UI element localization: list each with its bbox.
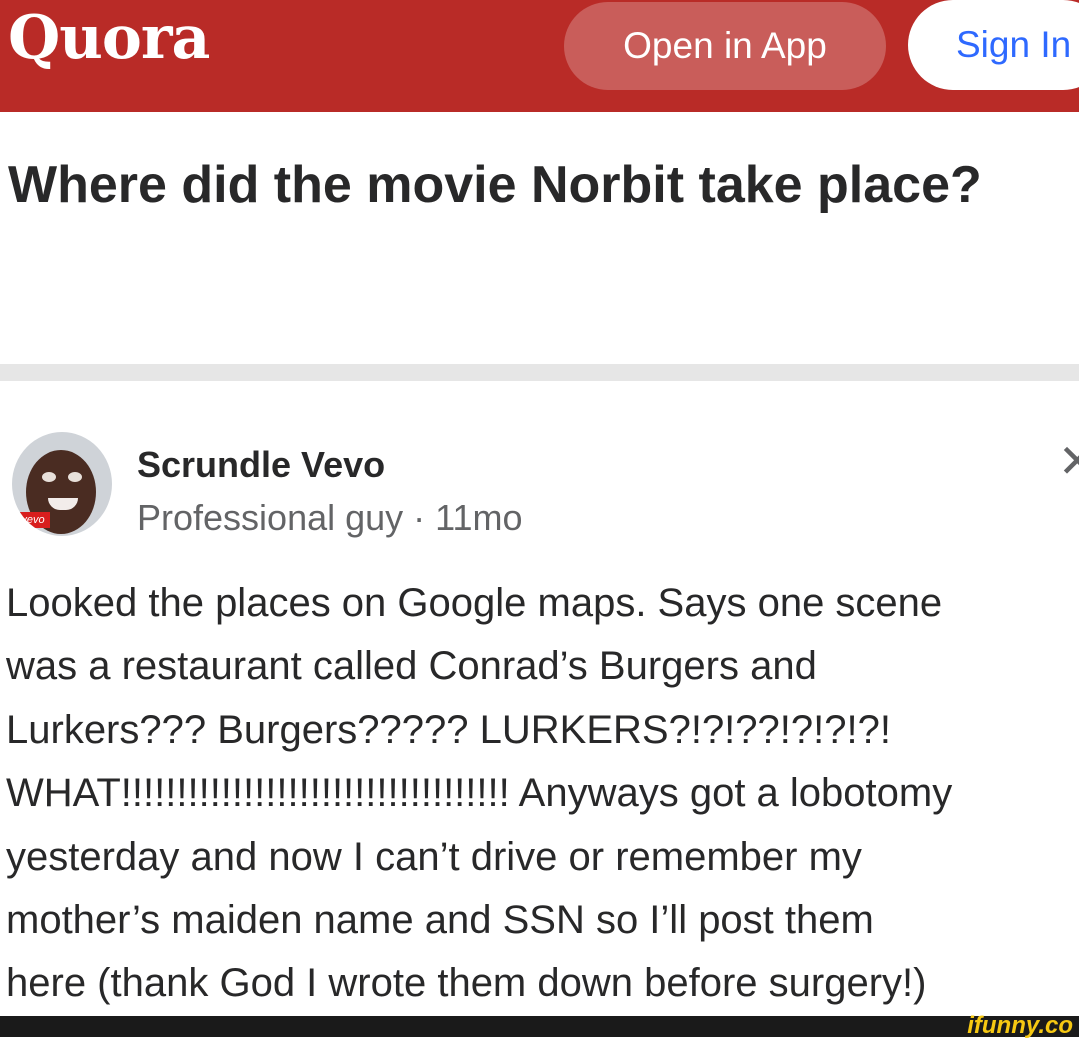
answer-line: was a restaurant called Conrad’s Burgers… [6, 644, 817, 689]
answer-line: yesterday and now I can’t drive or remem… [6, 834, 862, 879]
section-divider [0, 364, 1079, 381]
answer-line: Looked the places on Google maps. Says o… [6, 581, 943, 625]
question-title[interactable]: Where did the movie Norbit take place? [8, 146, 1068, 224]
author-name[interactable]: Scrundle Vevo [137, 444, 385, 486]
answer-line: Lurkers??? Burgers????? LURKERS?!?!??!?!… [6, 707, 891, 752]
watermark-bar [0, 1016, 1079, 1037]
quora-logo[interactable]: Quora [8, 8, 210, 68]
author-meta: Professional guy · 11mo [137, 497, 523, 538]
answer-body: Looked the places on Google maps. Says o… [6, 572, 1079, 1016]
avatar-eye [42, 472, 56, 482]
answer-line: mother’s maiden name and SSN so I’ll pos… [6, 898, 874, 943]
top-bar: Quora Open in App Sign In [0, 0, 1079, 112]
sign-in-button[interactable]: Sign In [908, 0, 1079, 90]
close-icon[interactable]: ✕ [1058, 438, 1079, 484]
avatar-eye [68, 472, 82, 482]
open-in-app-button[interactable]: Open in App [564, 2, 886, 90]
author-avatar[interactable]: vevo [12, 432, 112, 536]
answer-line: WHAT!!!!!!!!!!!!!!!!!!!!!!!!!!!!!!!!!!! … [6, 771, 953, 816]
avatar-vevo-tag: vevo [16, 512, 50, 528]
ifunny-watermark: ifunny.co [967, 1012, 1073, 1039]
answer-line: here (thank God I wrote them down before… [6, 961, 927, 1006]
